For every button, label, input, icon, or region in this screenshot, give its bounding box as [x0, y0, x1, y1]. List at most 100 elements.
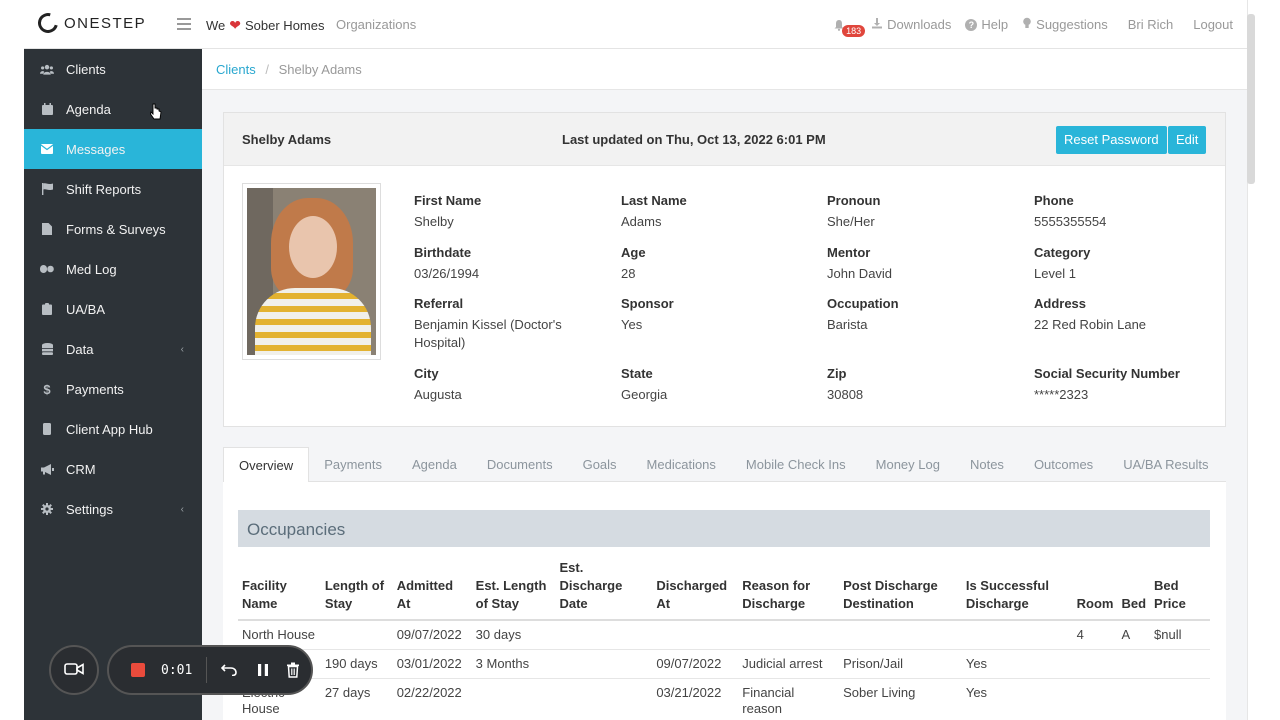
tab-payments[interactable]: Payments: [309, 447, 397, 482]
downloads-label: Downloads: [887, 17, 952, 32]
scrollbar-thumb[interactable]: [1247, 14, 1255, 184]
user-menu[interactable]: Bri Rich: [1128, 17, 1174, 32]
table-cell: A: [1117, 620, 1151, 650]
sidebar-item-settings[interactable]: Settings ‹: [24, 489, 202, 529]
table-cell: 4: [1072, 620, 1118, 650]
sidebar-item-label: Clients: [66, 61, 106, 77]
table-row[interactable]: North House 09/07/2022 30 days 4 A $null: [238, 620, 1210, 650]
sidebar-item-agenda[interactable]: Agenda: [24, 89, 202, 129]
field-value: Benjamin Kissel (Doctor's Hospital): [414, 317, 562, 350]
hamburger-menu-icon[interactable]: [177, 18, 191, 33]
field-value: Level 1: [1034, 266, 1076, 281]
field-category: Category Level 1: [1034, 245, 1224, 283]
sidebar-item-clients[interactable]: Clients: [24, 49, 202, 89]
tab-goals[interactable]: Goals: [568, 447, 632, 482]
table-header-row: Facility Name Length of Stay Admitted At…: [238, 555, 1210, 621]
overview-panel: Occupancies Facility Name Length of Stay…: [223, 482, 1226, 720]
onestep-logo[interactable]: ONESTEP: [34, 9, 147, 37]
sidebar-item-label: Agenda: [66, 101, 111, 117]
sidebar-item-forms-surveys[interactable]: Forms & Surveys: [24, 209, 202, 249]
sidebar: Clients Agenda Messages Shift Reports Fo…: [24, 49, 202, 720]
column-header[interactable]: Post Discharge Destination: [839, 555, 962, 621]
field-label: First Name: [414, 193, 482, 208]
reset-password-button[interactable]: Reset Password: [1056, 126, 1167, 154]
field-sponsor: Sponsor Yes: [621, 296, 811, 334]
field-value: *****2323: [1034, 387, 1089, 402]
column-header[interactable]: Admitted At: [392, 555, 472, 621]
camera-toggle-button[interactable]: [49, 645, 99, 695]
tab-money-log[interactable]: Money Log: [861, 447, 955, 482]
sidebar-item-label: Data: [66, 341, 94, 357]
field-label: Category: [1034, 245, 1091, 260]
column-header[interactable]: Bed Price: [1150, 555, 1210, 621]
mobile-icon: [40, 422, 54, 436]
suggestions-link[interactable]: Suggestions: [1022, 17, 1108, 32]
trash-icon[interactable]: [283, 662, 303, 678]
downloads-link[interactable]: Downloads: [871, 17, 951, 32]
table-cell: [555, 678, 653, 720]
column-header[interactable]: Facility Name: [238, 555, 321, 621]
stop-recording-button[interactable]: [131, 663, 145, 677]
table-cell: 03/21/2022: [652, 678, 739, 720]
breadcrumb-clients-link[interactable]: Clients: [216, 62, 256, 77]
sidebar-item-client-app-hub[interactable]: Client App Hub: [24, 409, 202, 449]
undo-icon[interactable]: [219, 664, 239, 676]
table-row[interactable]: Electric House 27 days 02/22/2022 03/21/…: [238, 678, 1210, 720]
table-cell: [1150, 678, 1210, 720]
field-label: Age: [621, 245, 646, 260]
notifications-button[interactable]: 183: [833, 19, 866, 37]
sidebar-item-ua-ba[interactable]: UA/BA: [24, 289, 202, 329]
help-link[interactable]: ? Help: [965, 17, 1008, 32]
field-value: Adams: [621, 214, 662, 229]
field-value: 28: [621, 266, 636, 281]
organizations-link[interactable]: Organizations: [336, 17, 416, 32]
file-icon: [40, 222, 54, 236]
mouse-cursor-icon: [150, 103, 162, 120]
last-updated-text: Last updated on Thu, Oct 13, 2022 6:01 P…: [562, 132, 826, 147]
column-header[interactable]: Is Successful Discharge: [961, 555, 1073, 621]
field-label: State: [621, 366, 653, 381]
organization-name[interactable]: We ❤ Sober Homes: [206, 17, 324, 34]
org-name-prefix: We: [206, 18, 226, 33]
column-header[interactable]: Discharged At: [652, 555, 739, 621]
logo-text: ONESTEP: [64, 14, 147, 32]
column-header[interactable]: Length of Stay: [320, 555, 393, 621]
sidebar-item-data[interactable]: Data ‹: [24, 329, 202, 369]
field-birthdate: Birthdate 03/26/1994: [414, 245, 604, 283]
column-header[interactable]: Est. Discharge Date: [555, 555, 653, 621]
column-header[interactable]: Reason for Discharge: [738, 555, 840, 621]
field-value: Barista: [827, 317, 868, 332]
field-label: City: [414, 366, 439, 381]
table-cell: [320, 620, 393, 650]
table-cell: $null: [1150, 620, 1210, 650]
tab-mobile-check-ins[interactable]: Mobile Check Ins: [731, 447, 861, 482]
tab-overview[interactable]: Overview: [223, 447, 310, 482]
table-row[interactable]: 190 days 03/01/2022 3 Months 09/07/2022 …: [238, 649, 1210, 679]
tab-ua-ba-results[interactable]: UA/BA Results: [1108, 447, 1223, 482]
sidebar-item-med-log[interactable]: Med Log: [24, 249, 202, 289]
tab-agenda[interactable]: Agenda: [397, 447, 472, 482]
field-value: 5555355554: [1034, 214, 1107, 229]
edit-button[interactable]: Edit: [1168, 126, 1207, 154]
column-header[interactable]: Bed: [1117, 555, 1151, 621]
download-icon: [871, 17, 883, 32]
sidebar-item-crm[interactable]: CRM: [24, 449, 202, 489]
bell-icon: 183: [833, 19, 866, 37]
logout-link[interactable]: Logout: [1193, 17, 1233, 32]
client-name: Shelby Adams: [242, 132, 332, 147]
table-cell: [1117, 678, 1151, 720]
logo-mark-icon: [34, 9, 62, 37]
sidebar-item-messages[interactable]: Messages: [24, 129, 202, 169]
table-cell: [555, 620, 653, 650]
column-header[interactable]: Room: [1072, 555, 1118, 621]
sidebar-item-payments[interactable]: $ Payments: [24, 369, 202, 409]
sidebar-item-shift-reports[interactable]: Shift Reports: [24, 169, 202, 209]
pause-icon[interactable]: [253, 663, 273, 677]
tab-outcomes[interactable]: Outcomes: [1019, 447, 1108, 482]
tab-notes[interactable]: Notes: [955, 447, 1019, 482]
tab-medications[interactable]: Medications: [632, 447, 731, 482]
field-value: She/Her: [827, 214, 875, 229]
tab-documents[interactable]: Documents: [472, 447, 568, 482]
column-header[interactable]: Est. Length of Stay: [471, 555, 556, 621]
client-card-header: Shelby Adams Last updated on Thu, Oct 13…: [224, 113, 1225, 166]
